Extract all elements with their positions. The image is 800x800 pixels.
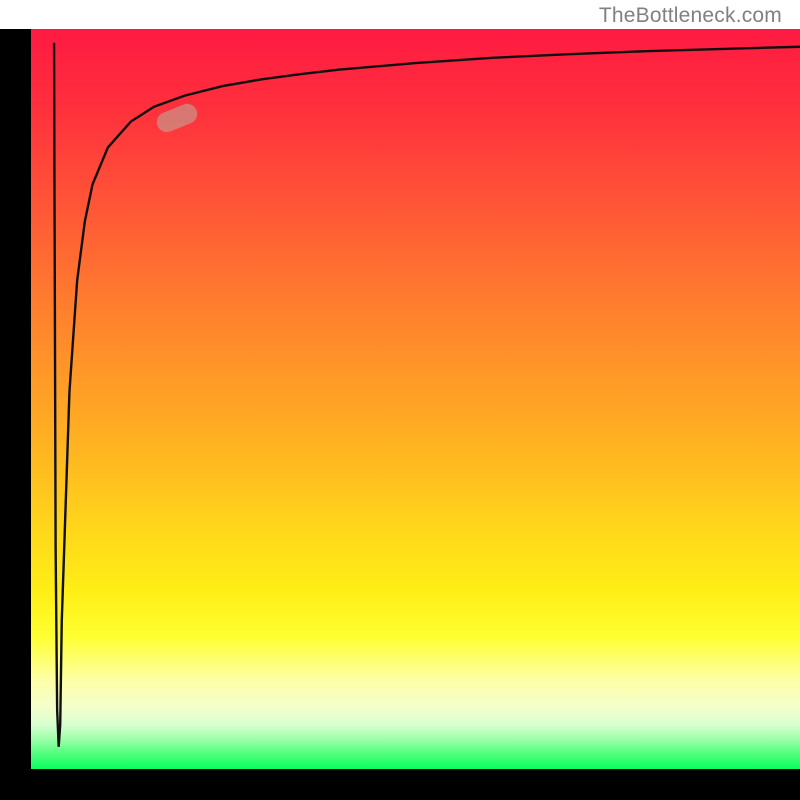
left-axis-border (0, 29, 31, 769)
plot-frame (0, 0, 800, 800)
gradient-background (31, 29, 800, 769)
watermark-text: TheBottleneck.com (599, 4, 782, 28)
bottom-axis-border (0, 769, 800, 800)
chart-root: TheBottleneck.com (0, 0, 800, 800)
